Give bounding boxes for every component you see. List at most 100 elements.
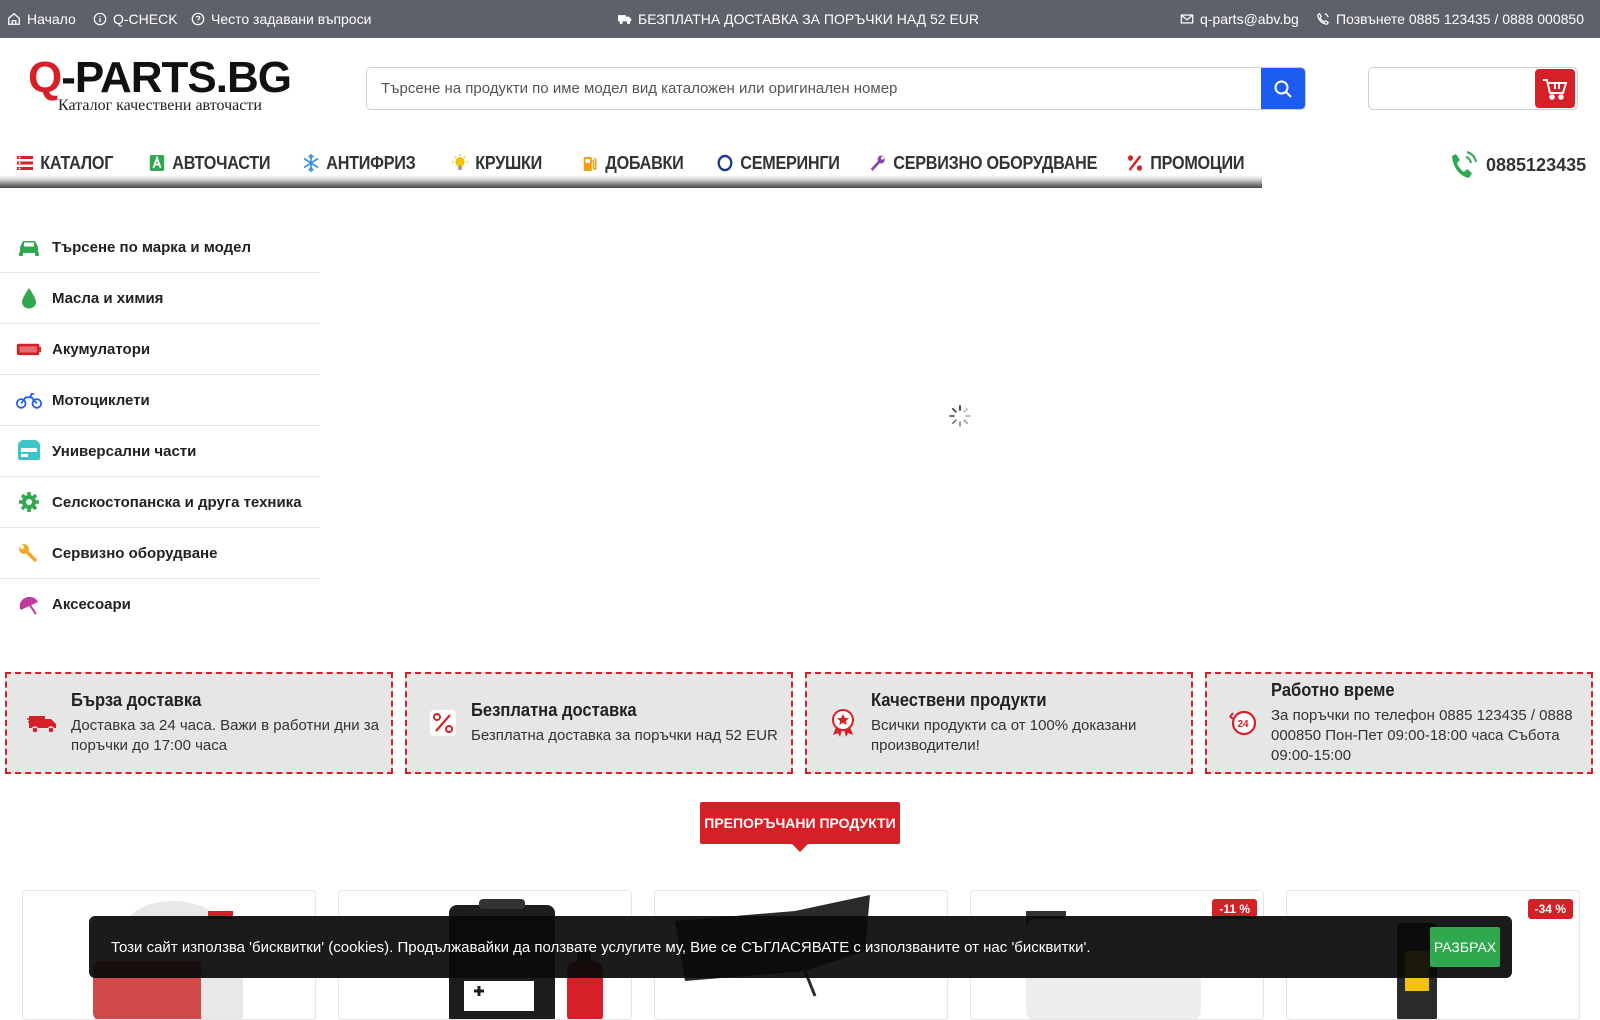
umbrella-icon	[19, 596, 39, 615]
catalog-icon	[16, 156, 34, 170]
ring-icon	[717, 154, 733, 172]
sidebar-label: Универсални части	[52, 442, 197, 460]
nav-item-promotions[interactable]: ПРОМОЦИИ	[1126, 150, 1244, 176]
feature-text: Доставка за 24 часа. Важи в работни дни …	[71, 717, 380, 754]
bulb-icon	[451, 154, 469, 170]
search-icon	[1274, 80, 1292, 98]
sidebar-label: Сервизно оборудване	[52, 544, 218, 562]
search-input[interactable]	[367, 68, 1261, 109]
cart-icon	[1543, 78, 1568, 100]
sidebar-item-brand-model[interactable]: Търсене по марка и модел	[0, 222, 320, 273]
logo-wordmark: Q-PARTS.BG	[28, 55, 318, 101]
nav-label-bulbs: КРУШКИ	[475, 152, 543, 173]
nav-label-catalog: КАТАЛОГ	[40, 152, 114, 173]
sidebar-label: Селскостопанска и друга техника	[52, 493, 302, 511]
percent-tag-icon	[430, 710, 456, 736]
feature-title: Безплатна доставка	[471, 700, 637, 720]
feature-free-delivery: Безплатна доставка Безплатна доставка за…	[405, 672, 793, 774]
feature-fast-delivery: Бърза доставка Доставка за 24 часа. Важи…	[5, 672, 393, 774]
sidebar-label: Мотоциклети	[52, 391, 150, 409]
home-label: Начало	[27, 11, 76, 27]
sidebar-item-batteries[interactable]: Акумулатори	[0, 324, 320, 375]
phone-link[interactable]: Позвънете 0885 123435 / 0888 000850	[1316, 0, 1584, 38]
wrench-icon	[870, 155, 885, 172]
cart-widget[interactable]	[1368, 67, 1578, 110]
faq-link[interactable]: Често задавани въпроси	[191, 0, 371, 38]
sidebar-item-universal[interactable]: Универсални части	[0, 426, 320, 477]
feature-body: Бърза доставка Доставка за 24 часа. Важи…	[71, 690, 383, 756]
sidebar-item-agricultural[interactable]: Селскостопанска и друга техника	[0, 477, 320, 528]
loading-spinner-icon	[949, 405, 971, 427]
search-bar	[366, 67, 1306, 110]
sidebar-item-motorcycles[interactable]: Мотоциклети	[0, 375, 320, 426]
cookie-accept-button[interactable]: РАЗБРАХ	[1430, 927, 1500, 967]
svg-text:24: 24	[1238, 719, 1250, 730]
truck-icon	[618, 15, 632, 25]
oil-drop-icon	[22, 288, 36, 309]
feature-text: Безплатна доставка за поръчки над 52 EUR	[471, 727, 778, 744]
search-button[interactable]	[1261, 68, 1305, 109]
cart-button[interactable]	[1535, 69, 1575, 108]
info-icon	[93, 12, 107, 26]
email-text: q-parts@abv.bg	[1200, 11, 1299, 27]
feature-text: За поръчки по телефон 0885 123435 / 0888…	[1271, 707, 1573, 764]
phone-ringing-icon	[1452, 151, 1477, 178]
nav-item-autoparts[interactable]: АВТОЧАСТИ	[148, 150, 271, 176]
sidebar-label: Масла и химия	[52, 289, 164, 307]
nav-item-service-equipment[interactable]: СЕРВИЗНО ОБОРУДВАНЕ	[869, 150, 1097, 176]
site-logo[interactable]: Q-PARTS.BG Каталог качествени авточасти	[28, 55, 318, 117]
home-link[interactable]: Начало	[7, 0, 76, 38]
qcheck-label: Q-CHECK	[113, 11, 178, 27]
snowflake-icon	[303, 154, 319, 172]
nav-item-antifreeze[interactable]: АНТИФРИЗ	[302, 150, 416, 176]
percent-icon	[1127, 155, 1143, 171]
free-shipping-notice: БЕЗПЛАТНА ДОСТАВКА ЗА ПОРЪЧКИ НАД 52 EUR	[618, 0, 979, 38]
motorcycle-icon	[16, 393, 42, 409]
feature-body: Безплатна доставка Безплатна доставка за…	[471, 700, 778, 746]
nav-label-seals: СЕМЕРИНГИ	[740, 152, 840, 173]
sidebar-label: Аксесоари	[52, 596, 131, 613]
gear-icon	[19, 492, 39, 512]
feature-body: Работно време За поръчки по телефон 0885…	[1271, 680, 1583, 766]
nav-item-seals[interactable]: СЕМЕРИНГИ	[716, 150, 840, 176]
feature-quality-products: Качествени продукти Всички продукти са о…	[805, 672, 1193, 774]
recommended-label: ПРЕПОРЪЧАНИ ПРОДУКТИ	[704, 815, 896, 831]
email-link[interactable]: q-parts@abv.bg	[1180, 0, 1299, 38]
autoparts-icon	[149, 155, 165, 171]
clock-24-icon: 24	[1229, 710, 1257, 736]
sidebar-item-service-equipment[interactable]: Сервизно оборудване	[0, 528, 320, 579]
sidebar-label: Акумулатори	[52, 340, 151, 358]
feature-body: Качествени продукти Всички продукти са о…	[871, 690, 1183, 756]
discount-badge: -34 %	[1527, 899, 1573, 919]
faq-label: Често задавани въпроси	[211, 11, 372, 27]
nav-phone-link[interactable]: 0885123435	[1450, 148, 1586, 182]
question-icon	[191, 12, 205, 26]
nav-label-promotions: ПРОМОЦИИ	[1150, 152, 1245, 173]
logo-rest: -PARTS.BG	[61, 53, 292, 102]
cookie-consent-bar: Този сайт използва 'бисквитки' (cookies)…	[89, 916, 1512, 978]
quality-badge-icon	[832, 709, 854, 737]
sidebar-item-oils[interactable]: Масла и химия	[0, 273, 320, 324]
battery-icon	[16, 343, 42, 356]
nav-label-additives: ДОБАВКИ	[605, 152, 684, 173]
main-nav: КАТАЛОГ АВТОЧАСТИ АНТИФРИЗ КРУШКИ ДОБАВК…	[0, 142, 1262, 188]
free-shipping-text: БЕЗПЛАТНА ДОСТАВКА ЗА ПОРЪЧКИ НАД 52 EUR	[638, 11, 980, 27]
universal-parts-icon	[18, 440, 40, 460]
nav-label-autoparts: АВТОЧАСТИ	[172, 152, 271, 173]
phone-icon	[1317, 12, 1330, 25]
sidebar-item-accessories[interactable]: Аксесоари	[0, 579, 320, 630]
fuel-icon	[583, 157, 597, 171]
phone-text: Позвънете 0885 123435 / 0888 000850	[1336, 11, 1584, 27]
nav-item-additives[interactable]: ДОБАВКИ	[581, 150, 684, 176]
logo-q: Q	[28, 53, 62, 102]
feature-text: Всички продукти са от 100% доказани прои…	[871, 717, 1137, 754]
feature-title: Бърза доставка	[71, 690, 202, 710]
truck-icon	[27, 716, 56, 734]
sidebar-label: Търсене по марка и модел	[52, 238, 251, 256]
nav-item-catalog[interactable]: КАТАЛОГ	[16, 150, 113, 176]
qcheck-link[interactable]: Q-CHECK	[93, 0, 178, 38]
mail-icon	[1180, 14, 1194, 24]
nav-label-antifreeze: АНТИФРИЗ	[326, 152, 416, 173]
nav-item-bulbs[interactable]: КРУШКИ	[451, 150, 542, 176]
nav-label-service-equipment: СЕРВИЗНО ОБОРУДВАНЕ	[893, 152, 1098, 173]
